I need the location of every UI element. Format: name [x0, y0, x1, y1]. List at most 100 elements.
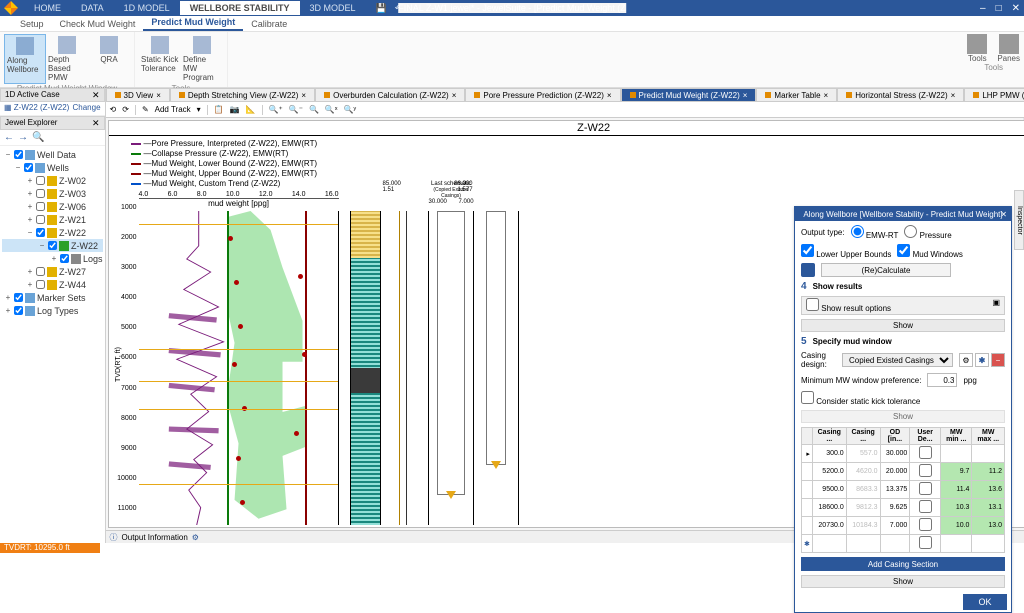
panel-header[interactable]: Along Wellbore [Wellbore Stability - Pre… [795, 207, 1011, 221]
btn-panes-label: Panes [997, 54, 1020, 63]
btn-depth-based-pmw[interactable]: Depth Based PMW [46, 34, 88, 84]
inspector-tab[interactable]: Inspector [1014, 190, 1024, 250]
add-casing-button[interactable]: Add Casing Section [801, 557, 1005, 571]
tree-node[interactable]: +Z-W03 [2, 187, 103, 200]
tab-wellbore-stability[interactable]: WELLBORE STABILITY [180, 1, 300, 15]
trk4-u1: 1.51 [383, 187, 395, 193]
btn-along-wellbore[interactable]: Along Wellbore [4, 34, 46, 84]
explorer-tree[interactable]: −Well Data−Wells+Z-W02+Z-W03+Z-W06+Z-W21… [0, 146, 105, 543]
tree-node[interactable]: −Wells [2, 161, 103, 174]
add-icon[interactable]: ✱ [975, 353, 989, 367]
mw-axis-label: mud weight [ppg] [139, 199, 339, 208]
tree-node[interactable]: +Logs [2, 252, 103, 265]
nav-fwd-icon[interactable]: ⟳ [122, 105, 129, 114]
tab-3d-model[interactable]: 3D MODEL [300, 1, 366, 15]
table-row[interactable]: 20730.010184.37.00010.013.0 [802, 517, 1005, 535]
subtab-predict-mud-weight[interactable]: Predict Mud Weight [143, 15, 243, 31]
subtab-setup[interactable]: Setup [12, 17, 52, 31]
btn-define-mw[interactable]: Define MW Program [181, 34, 223, 84]
zoom-tool-icon[interactable]: 🔍⁺ [269, 105, 283, 114]
tree-node[interactable]: −Well Data [2, 148, 103, 161]
btn-tools[interactable]: Tools [967, 34, 987, 63]
legend-item: —Mud Weight, Custom Trend (Z-W22) [131, 179, 318, 189]
close-button[interactable]: ✕ [1012, 3, 1020, 14]
doc-tab[interactable]: Overburden Calculation (Z-W22)× [315, 88, 465, 102]
btn-static-kick[interactable]: Static Kick Tolerance [139, 34, 181, 84]
zoom-tool-icon[interactable]: 🔍 [309, 105, 319, 114]
panel-close-icon[interactable]: ✕ [1000, 210, 1007, 219]
btn-qra[interactable]: QRA [88, 34, 130, 84]
radio-emw[interactable]: EMW-RT [851, 225, 899, 240]
toolbar-icon[interactable]: 📷 [230, 105, 240, 114]
legend-item: —Mud Weight, Upper Bound (Z-W22), EMW(RT… [131, 169, 318, 179]
tree-node[interactable]: +Z-W27 [2, 265, 103, 278]
add-track-button[interactable]: Add Track [155, 105, 191, 114]
casing-table[interactable]: Casing ...Casing ...OD [in...User De...M… [801, 427, 1005, 553]
panel-title: Along Wellbore [Wellbore Stability - Pre… [803, 210, 1002, 219]
ribbon: Along Wellbore Depth Based PMW QRA Predi… [0, 32, 1024, 88]
btn-panes[interactable]: Panes [997, 34, 1020, 63]
table-row[interactable]: ▸300.0557.030.000 [802, 445, 1005, 463]
subtab-calibrate[interactable]: Calibrate [243, 17, 295, 31]
table-row[interactable]: 5200.04620.020.0009.711.2 [802, 463, 1005, 481]
casing-design-select[interactable]: Copied Existed Casings [842, 353, 953, 367]
active-case-row[interactable]: ▦ Z-W22 (Z-W22) Change [0, 102, 105, 116]
tab-home[interactable]: HOME [24, 1, 71, 15]
ok-button[interactable]: OK [963, 594, 1007, 610]
active-case-name: Z-W22 (Z-W22) [14, 103, 70, 112]
table-new-row[interactable]: ✱ [802, 535, 1005, 553]
active-case-close-icon[interactable]: ✕ [92, 90, 100, 100]
maximize-button[interactable]: □ [996, 3, 1002, 14]
check-mw-windows[interactable]: Mud Windows [897, 244, 962, 259]
explorer-close-icon[interactable]: ✕ [92, 118, 100, 128]
table-row[interactable]: 18600.09812.39.62510.313.1 [802, 499, 1005, 517]
nav-fwd-icon[interactable]: → [18, 132, 28, 143]
tab-data[interactable]: DATA [71, 1, 114, 15]
doc-tab[interactable]: Marker Table× [756, 88, 837, 102]
toolbar-icon[interactable]: 📐 [246, 105, 256, 114]
show-button-1[interactable]: Show [801, 319, 1005, 332]
tree-node[interactable]: +Marker Sets [2, 291, 103, 304]
litho-zone [351, 368, 380, 393]
output-settings-icon[interactable]: ⚙ [192, 533, 199, 542]
tree-node[interactable]: +Z-W44 [2, 278, 103, 291]
save-icon[interactable]: 💾 [376, 3, 387, 14]
tree-node[interactable]: +Log Types [2, 304, 103, 317]
expand-icon[interactable]: ▣ [992, 298, 1000, 313]
doc-tab[interactable]: Predict Mud Weight (Z-W22)× [621, 88, 757, 102]
doc-tab[interactable]: 3D View× [106, 88, 170, 102]
tree-node[interactable]: +Z-W06 [2, 200, 103, 213]
show-button-3[interactable]: Show [801, 575, 1005, 588]
zoom-tool-icon[interactable]: 🔍ˣ [325, 105, 338, 114]
nav-back-icon[interactable]: ← [4, 132, 14, 143]
tree-node[interactable]: −Z-W22 [2, 226, 103, 239]
recalculate-button[interactable]: (Re)Calculate [821, 263, 951, 277]
tree-node[interactable]: +Z-W21 [2, 213, 103, 226]
doc-tab[interactable]: Pore Pressure Prediction (Z-W22)× [465, 88, 620, 102]
toolbar-icon[interactable]: 📋 [214, 105, 224, 114]
doc-tab[interactable]: Depth Stretching View (Z-W22)× [170, 88, 315, 102]
gear-icon[interactable]: ⚙ [959, 353, 973, 367]
show-result-options[interactable]: Show result options ▣ [801, 296, 1005, 315]
tab-1d-model[interactable]: 1D MODEL [114, 1, 180, 15]
info-icon[interactable]: ⓘ [110, 532, 118, 543]
tree-node[interactable]: +Z-W02 [2, 174, 103, 187]
minimize-button[interactable]: ‒ [980, 3, 986, 14]
check-mw-label: Mud Windows [913, 250, 963, 259]
radio-pressure[interactable]: Pressure [904, 225, 951, 240]
lock-icon[interactable] [801, 263, 815, 277]
subtab-check-mud-weight[interactable]: Check Mud Weight [52, 17, 144, 31]
min-pref-input[interactable] [927, 373, 957, 387]
check-lub[interactable]: Lower Upper Bounds [801, 244, 891, 259]
zoom-tool-icon[interactable]: 🔍ʸ [344, 105, 357, 114]
check-kick[interactable]: Consider static kick tolerance [801, 391, 920, 406]
change-link[interactable]: Change [73, 103, 101, 114]
doc-tab[interactable]: Horizontal Stress (Z-W22)× [837, 88, 964, 102]
tree-node[interactable]: −Z-W22 [2, 239, 103, 252]
delete-icon[interactable]: − [991, 353, 1005, 367]
search-icon[interactable]: 🔍 [32, 132, 44, 143]
nav-back-icon[interactable]: ⟲ [110, 105, 117, 114]
doc-tab[interactable]: LHP PMW (Z-W22)× [964, 88, 1024, 102]
zoom-tool-icon[interactable]: 🔍⁻ [289, 105, 303, 114]
table-row[interactable]: 9500.08683.313.37511.413.6 [802, 481, 1005, 499]
